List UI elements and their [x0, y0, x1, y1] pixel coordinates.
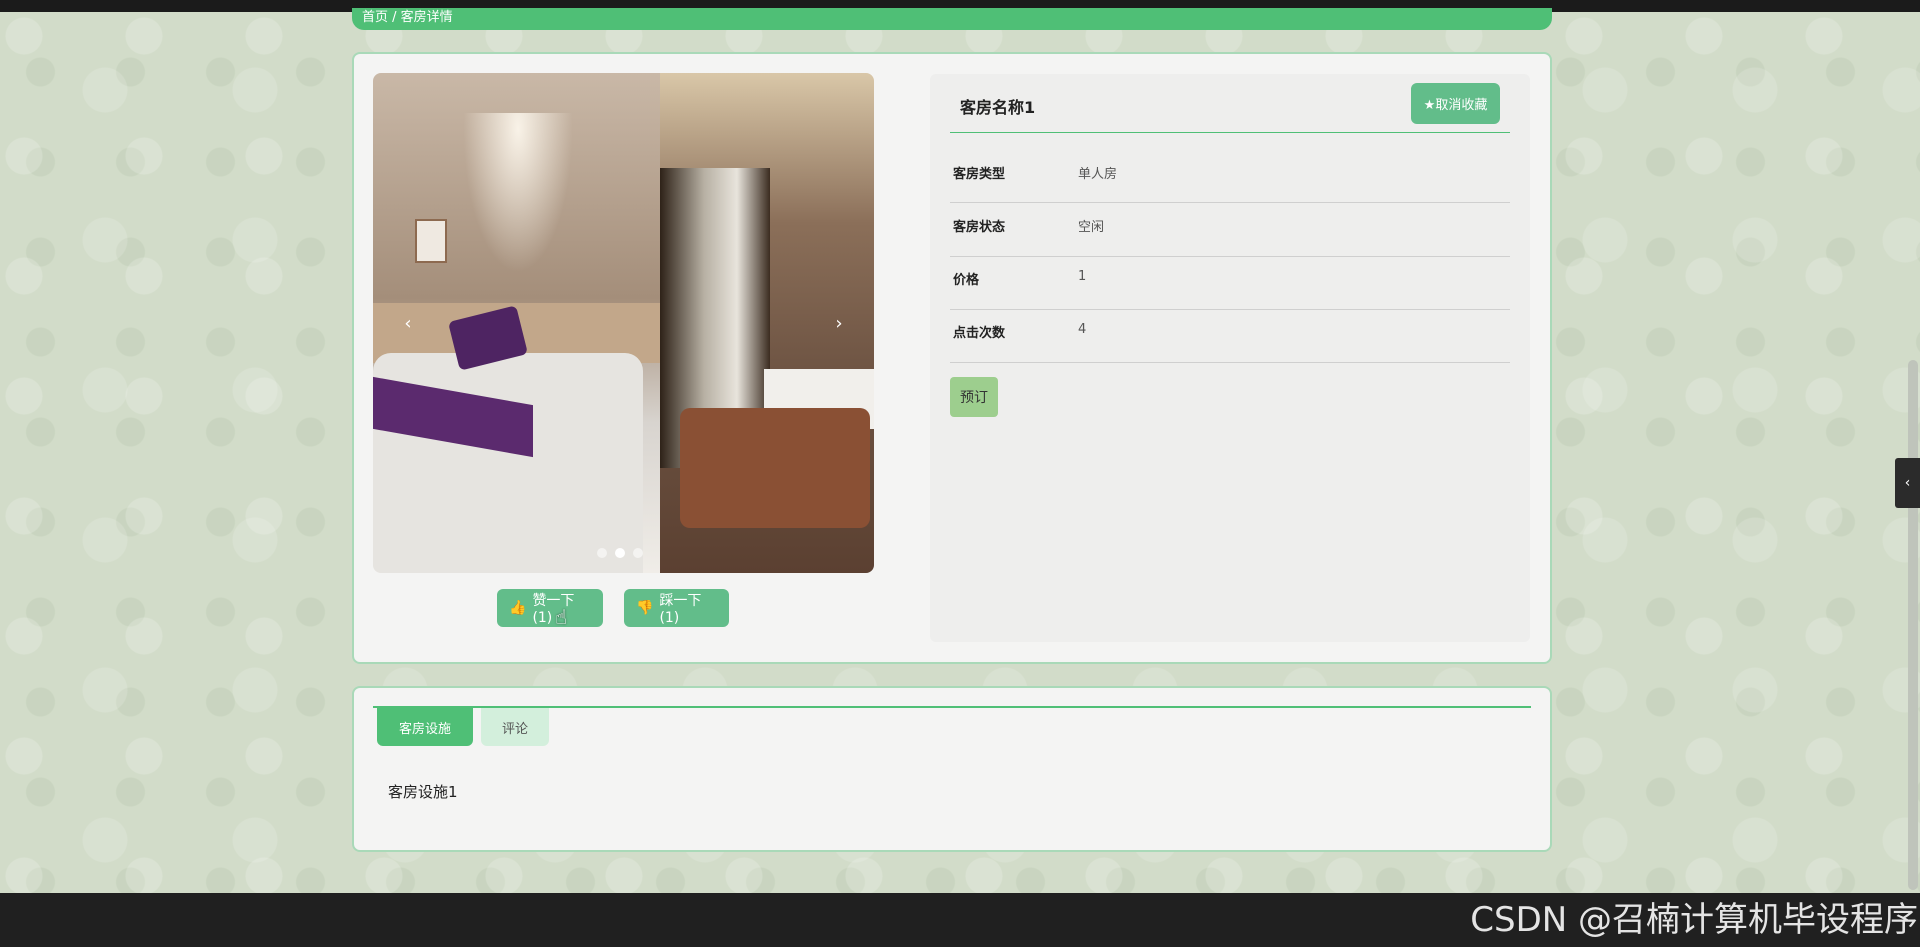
side-panel-toggle[interactable]: ‹	[1895, 458, 1920, 508]
thumbs-up-icon: 👍	[509, 600, 527, 616]
tab-comments[interactable]: 评论	[481, 708, 549, 746]
book-button[interactable]: 预订	[950, 377, 998, 417]
dislike-button-label: 踩一下(1)	[659, 593, 702, 626]
carousel-dot[interactable]	[633, 548, 643, 558]
thumbs-down-icon: 👎	[636, 600, 654, 616]
watermark-text: CSDN @召楠计算机毕设程序	[1470, 900, 1918, 940]
room-type-value: 单人房	[1078, 167, 1118, 182]
carousel-dot[interactable]	[597, 548, 607, 558]
scrollbar-thumb[interactable]	[1908, 360, 1918, 890]
room-title: 客房名称1	[960, 98, 1036, 117]
carousel-indicators	[597, 548, 643, 558]
room-type-label: 客房类型	[953, 167, 1006, 182]
carousel-next-button[interactable]: ›	[829, 313, 849, 334]
breadcrumb-text: 首页 / 客房详情	[362, 10, 453, 25]
title-divider	[950, 132, 1510, 133]
row-divider	[950, 202, 1510, 203]
room-status-value: 空闲	[1078, 220, 1105, 235]
tab-facilities[interactable]: 客房设施	[377, 708, 473, 746]
row-divider	[950, 362, 1510, 363]
unfavorite-button[interactable]: ★取消收藏	[1411, 83, 1500, 124]
like-button[interactable]: 👍 赞一下(1)	[497, 589, 603, 627]
breadcrumb: 首页 / 客房详情	[352, 8, 1552, 30]
room-image-carousel[interactable]: ‹ ›	[373, 73, 874, 573]
facilities-content: 客房设施1	[388, 783, 458, 801]
click-count-value: 4	[1078, 322, 1087, 337]
room-status-label: 客房状态	[953, 220, 1006, 235]
click-count-label: 点击次数	[953, 326, 1006, 341]
price-label: 价格	[953, 273, 980, 288]
carousel-dot-active[interactable]	[615, 548, 625, 558]
row-divider	[950, 309, 1510, 310]
hand-cursor-icon: ☝	[555, 605, 568, 629]
price-value: 1	[1078, 269, 1087, 284]
dislike-button[interactable]: 👎 踩一下(1)	[624, 589, 729, 627]
row-divider	[950, 256, 1510, 257]
carousel-prev-button[interactable]: ‹	[398, 313, 418, 334]
room-info-panel	[930, 74, 1530, 642]
